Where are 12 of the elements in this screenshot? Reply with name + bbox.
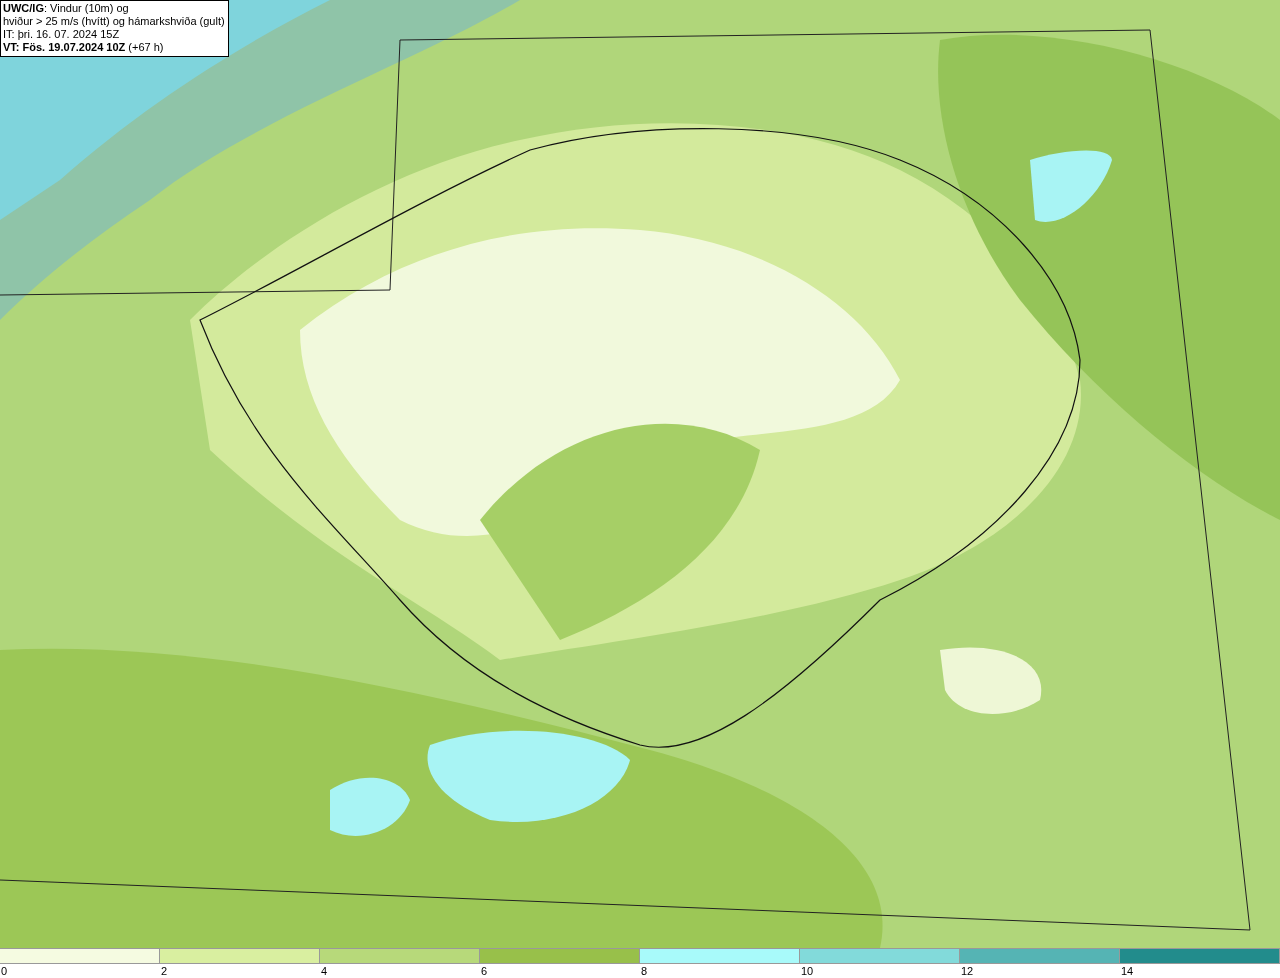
caption-line: IT: þri. 16. 07. 2024 15Z — [3, 28, 121, 41]
caption-line: hviður > 25 m/s (hvítt) og hámarkshviða (gult) — [3, 15, 225, 28]
scale-label: 2 — [161, 965, 168, 977]
scale-label: 4 — [321, 965, 328, 977]
scale-label: 14 — [1121, 965, 1134, 977]
scale-label: 8 — [641, 965, 648, 977]
scale-label: 12 — [961, 965, 974, 977]
scale-label: 6 — [481, 965, 488, 977]
caption-line: VT: Fös. 19.07.2024 10Z (+67 h) — [3, 41, 165, 54]
caption-line: UWC/IG: Vindur (10m) og — [3, 2, 130, 15]
scale-label: 0 — [1, 965, 8, 977]
scale-label: 10 — [801, 965, 814, 977]
